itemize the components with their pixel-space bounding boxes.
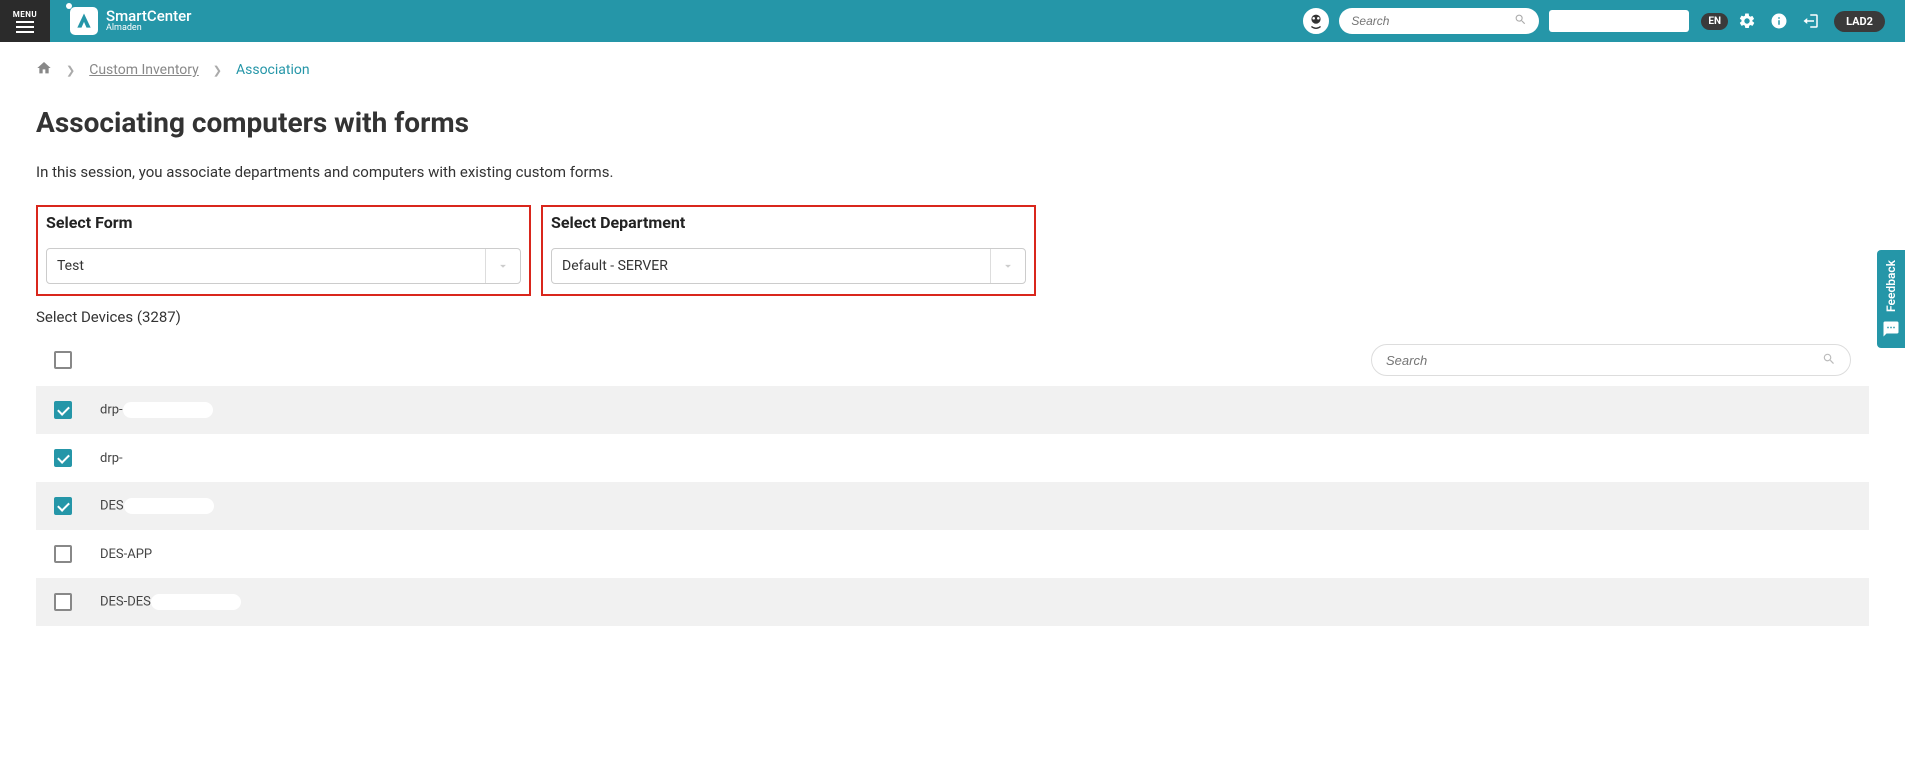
- select-form-value: Test: [57, 258, 84, 274]
- chevron-right-icon: ❯: [213, 64, 222, 77]
- devices-count-label: Select Devices (3287): [36, 308, 1869, 326]
- page-description: In this session, you associate departmen…: [36, 163, 1869, 181]
- select-form-label: Select Form: [46, 213, 521, 232]
- chevron-down-icon: [990, 249, 1015, 283]
- redacted-text: [124, 498, 214, 514]
- breadcrumb-custom-inventory[interactable]: Custom Inventory: [89, 62, 199, 78]
- row-checkbox[interactable]: [54, 449, 72, 467]
- device-name: DES: [100, 498, 214, 514]
- table-row[interactable]: drp-: [36, 386, 1869, 434]
- header-search[interactable]: [1339, 8, 1539, 34]
- device-name: drp-: [100, 402, 213, 418]
- select-form-box: Select Form Test: [36, 205, 531, 296]
- table-toolbar: [36, 344, 1869, 376]
- brand-name: SmartCenter: [106, 9, 191, 24]
- brand-block[interactable]: SmartCenter Almaden: [70, 7, 191, 35]
- brand-text: SmartCenter Almaden: [106, 9, 191, 33]
- row-checkbox[interactable]: [54, 401, 72, 419]
- environment-badge: LAD2: [1834, 11, 1885, 32]
- device-name: DES-APP: [100, 547, 152, 562]
- select-department-dropdown[interactable]: Default - SERVER: [551, 248, 1026, 284]
- select-all-checkbox[interactable]: [54, 351, 72, 369]
- redacted-text: [123, 402, 213, 418]
- table-row[interactable]: DES: [36, 482, 1869, 530]
- table-row[interactable]: DES-DES: [36, 578, 1869, 626]
- home-icon[interactable]: [36, 60, 52, 80]
- main-content: Associating computers with forms In this…: [0, 88, 1905, 644]
- breadcrumb: ❯ Custom Inventory ❯ Association: [0, 42, 1905, 88]
- menu-button[interactable]: MENU: [0, 0, 50, 42]
- devices-search-input[interactable]: [1386, 353, 1822, 368]
- redacted-text: [151, 594, 241, 610]
- brand-subtitle: Almaden: [106, 24, 191, 33]
- select-department-value: Default - SERVER: [562, 258, 668, 274]
- search-icon: [1822, 351, 1836, 370]
- menu-label: MENU: [13, 10, 37, 19]
- gear-icon: [1738, 12, 1756, 30]
- logout-icon: [1802, 12, 1820, 30]
- feedback-icon: [1882, 320, 1900, 338]
- chevron-right-icon: ❯: [66, 64, 75, 77]
- search-icon: [1514, 13, 1527, 29]
- breadcrumb-current: Association: [236, 62, 310, 78]
- logout-button[interactable]: [1802, 12, 1820, 30]
- logo-icon: [70, 7, 98, 35]
- header-search-input[interactable]: [1351, 14, 1514, 28]
- device-name: DES-DES: [100, 594, 241, 610]
- feedback-tab[interactable]: Feedback: [1877, 250, 1905, 348]
- info-icon: [1770, 12, 1788, 30]
- row-checkbox[interactable]: [54, 497, 72, 515]
- select-row: Select Form Test Select Department Defau…: [36, 205, 1869, 296]
- chevron-down-icon: [485, 249, 510, 283]
- settings-button[interactable]: [1738, 12, 1756, 30]
- table-row[interactable]: DES-APP: [36, 530, 1869, 578]
- row-checkbox[interactable]: [54, 593, 72, 611]
- devices-table: drp-drp- DES DES-APP DES-DES: [36, 386, 1869, 626]
- devices-search[interactable]: [1371, 344, 1851, 376]
- avatar[interactable]: [1303, 8, 1329, 34]
- header-field[interactable]: [1549, 10, 1689, 32]
- row-checkbox[interactable]: [54, 545, 72, 563]
- language-badge[interactable]: EN: [1701, 13, 1728, 30]
- top-header: MENU SmartCenter Almaden EN LAD2: [0, 0, 1905, 42]
- select-form-dropdown[interactable]: Test: [46, 248, 521, 284]
- device-name: drp-: [100, 451, 123, 466]
- feedback-label: Feedback: [1884, 260, 1898, 312]
- page-title: Associating computers with forms: [36, 106, 1869, 139]
- table-row[interactable]: drp-: [36, 434, 1869, 482]
- info-button[interactable]: [1770, 12, 1788, 30]
- select-department-label: Select Department: [551, 213, 1026, 232]
- hamburger-icon: [16, 21, 34, 33]
- select-department-box: Select Department Default - SERVER: [541, 205, 1036, 296]
